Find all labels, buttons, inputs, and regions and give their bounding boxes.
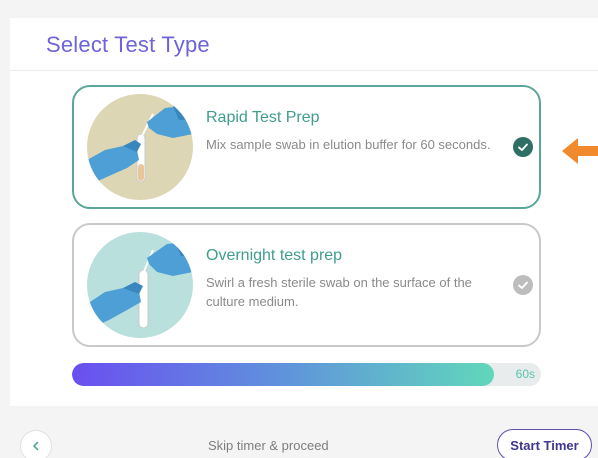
- chevron-left-icon: [33, 441, 39, 451]
- option-description: Swirl a fresh sterile swab on the surfac…: [206, 275, 472, 309]
- back-button[interactable]: [20, 430, 52, 458]
- timer-progress-bar: 60s: [72, 363, 541, 386]
- timer-label: 60s: [515, 367, 535, 381]
- page-title: Select Test Type: [46, 32, 210, 57]
- pointer-arrow-icon: [562, 136, 598, 166]
- check-circle-icon: [513, 275, 533, 295]
- main-panel: Select Test Type Rapid Test Prep Mix sam…: [10, 18, 598, 406]
- test-tube-illustration: [87, 232, 193, 338]
- footer-bar: Skip timer & proceed Start Timer: [0, 424, 598, 458]
- title-bar: Select Test Type: [10, 18, 598, 71]
- option-title: Rapid Test Prep: [206, 109, 320, 126]
- option-description: Mix sample swab in elution buffer for 60…: [206, 137, 491, 152]
- timer-progress-fill: [72, 363, 495, 386]
- option-title: Overnight test prep: [206, 247, 343, 264]
- test-tube-illustration: [87, 94, 193, 200]
- start-timer-button[interactable]: Start Timer: [497, 429, 592, 458]
- tube-liquid: [138, 164, 144, 181]
- option-card-rapid[interactable]: Rapid Test Prep Mix sample swab in eluti…: [72, 85, 541, 209]
- option-card-overnight[interactable]: Overnight test prep Swirl a fresh steril…: [72, 223, 541, 347]
- skip-timer-link[interactable]: Skip timer & proceed: [208, 438, 329, 453]
- check-circle-icon: [513, 137, 533, 157]
